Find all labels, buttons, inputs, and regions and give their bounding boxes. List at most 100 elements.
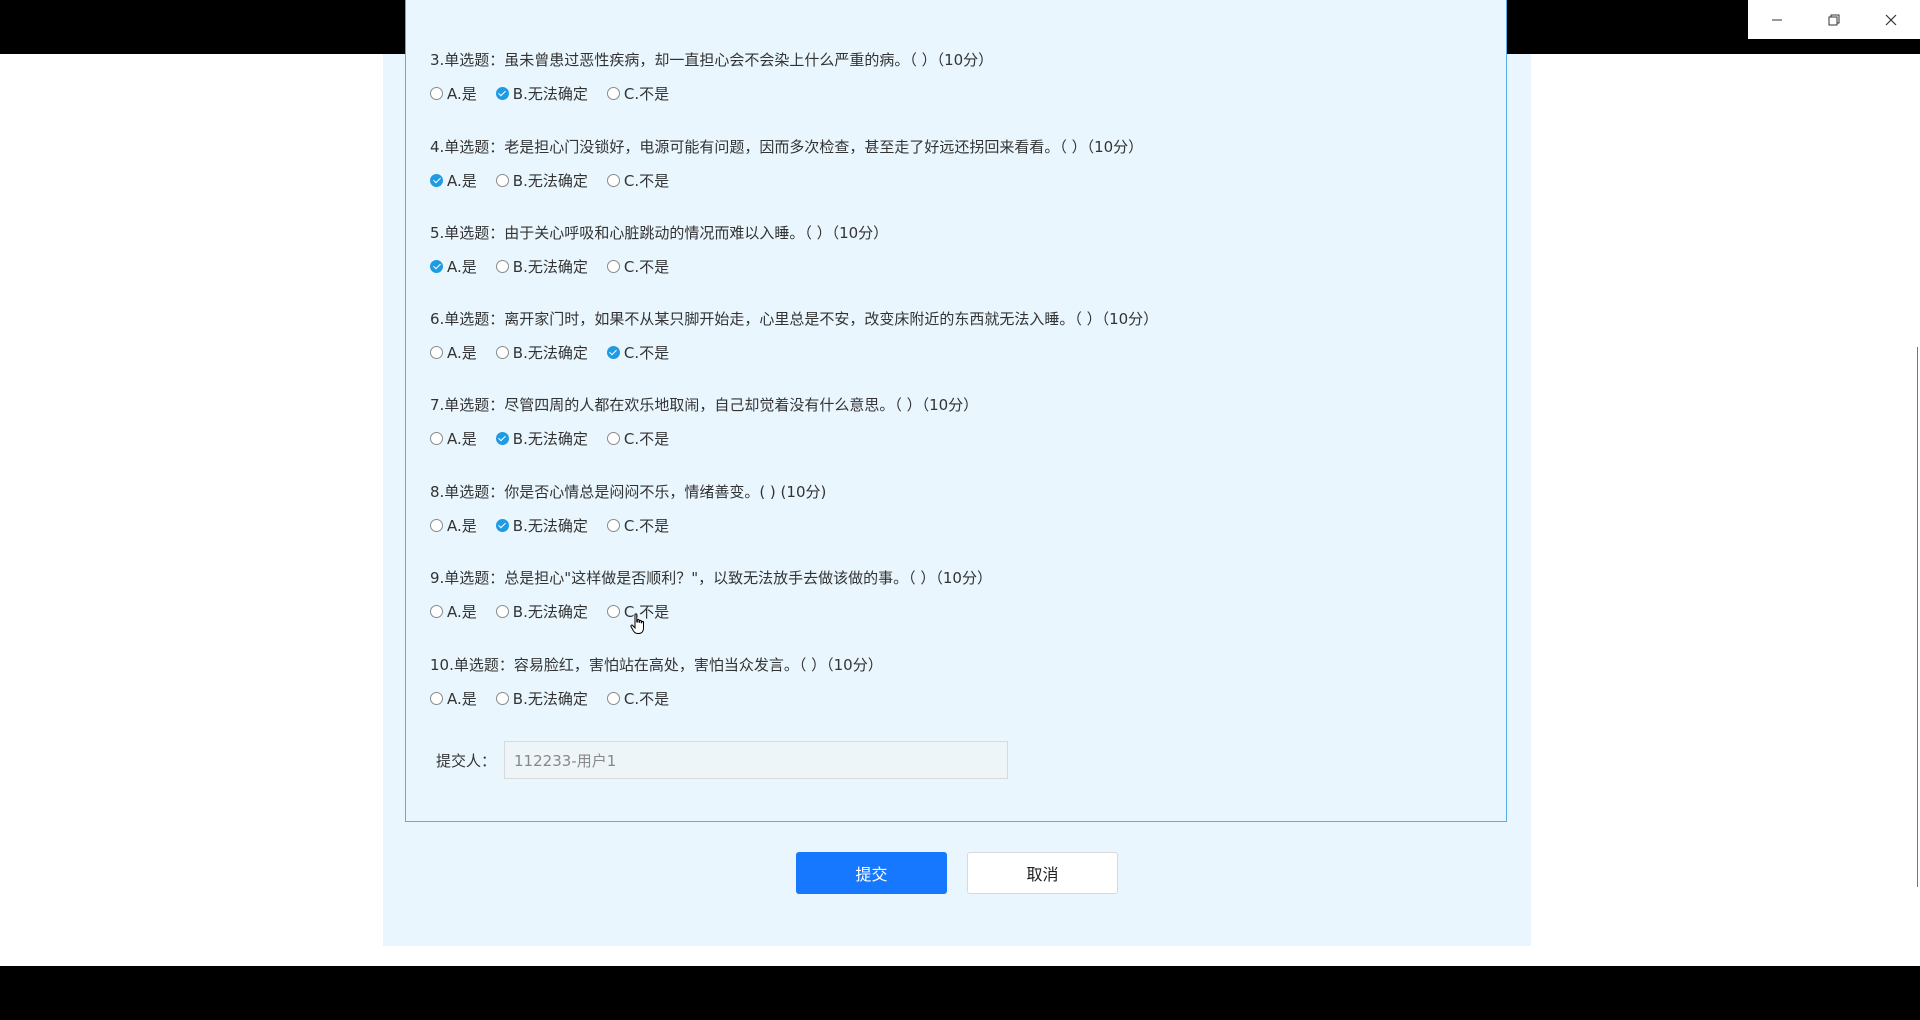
radio-option[interactable]: C.不是 — [606, 256, 670, 277]
radio-unchecked-icon[interactable] — [430, 345, 443, 359]
radio-option[interactable]: B.无法确定 — [495, 342, 588, 363]
option-group: A.是 B.无法确定 C.不是 — [430, 170, 688, 190]
radio-option[interactable]: B.无法确定 — [495, 428, 588, 449]
option-label: B.无法确定 — [512, 257, 588, 276]
radio-checked-icon[interactable] — [606, 345, 620, 359]
radio-unchecked-icon[interactable] — [495, 173, 509, 187]
submitter-row: 提交人： — [436, 741, 1009, 779]
option-label: A.是 — [447, 516, 477, 535]
option-label: A.是 — [447, 257, 477, 276]
radio-unchecked-icon[interactable] — [430, 518, 443, 532]
option-group: A.是 B.无法确定 C.不是 — [430, 601, 688, 621]
radio-option[interactable]: B.无法确定 — [495, 83, 588, 104]
radio-option[interactable]: A.是 — [430, 428, 477, 449]
radio-checked-icon[interactable] — [495, 86, 509, 100]
taskbar — [0, 966, 1920, 1020]
option-label: B.无法确定 — [512, 689, 588, 708]
radio-unchecked-icon[interactable] — [495, 691, 509, 705]
radio-unchecked-icon[interactable] — [606, 604, 620, 618]
radio-unchecked-icon[interactable] — [430, 86, 443, 100]
radio-option[interactable]: C.不是 — [606, 170, 670, 191]
radio-option[interactable]: B.无法确定 — [495, 256, 588, 277]
option-label: B.无法确定 — [512, 84, 588, 103]
option-label: C.不是 — [623, 84, 670, 103]
option-group: A.是 B.无法确定 C.不是 — [430, 83, 688, 103]
option-group: A.是 B.无法确定 C.不是 — [430, 428, 688, 448]
option-label: C.不是 — [623, 171, 670, 190]
question-text: 5.单选题：由于关心呼吸和心脏跳动的情况而难以入睡。（ ）（10分） — [430, 224, 889, 242]
radio-option[interactable]: A.是 — [430, 688, 477, 709]
restore-button[interactable] — [1805, 0, 1862, 39]
radio-option[interactable]: B.无法确定 — [495, 515, 588, 536]
option-label: A.是 — [447, 602, 477, 621]
question-text: 3.单选题：虽未曾患过恶性疾病，却一直担心会不会染上什么严重的病。（ ）（10分… — [430, 51, 994, 69]
submitter-input[interactable] — [504, 741, 1009, 779]
radio-unchecked-icon[interactable] — [606, 518, 620, 532]
radio-checked-icon[interactable] — [495, 518, 509, 532]
option-label: A.是 — [447, 84, 477, 103]
option-group: A.是 B.无法确定 C.不是 — [430, 515, 688, 535]
radio-option[interactable]: A.是 — [430, 170, 477, 191]
question-text: 10.单选题：容易脸红，害怕站在高处，害怕当众发言。（ ）（10分） — [430, 656, 883, 674]
cancel-button[interactable]: 取消 — [967, 852, 1118, 894]
question-text: 4.单选题：老是担心门没锁好，电源可能有问题，因而多次检查，甚至走了好远还拐回来… — [430, 138, 1144, 156]
radio-option[interactable]: A.是 — [430, 515, 477, 536]
radio-unchecked-icon[interactable] — [495, 259, 509, 273]
radio-option[interactable]: B.无法确定 — [495, 170, 588, 191]
option-label: A.是 — [447, 343, 477, 362]
close-icon — [1885, 14, 1896, 25]
option-group: A.是 B.无法确定 C.不是 — [430, 342, 688, 362]
radio-unchecked-icon[interactable] — [430, 691, 443, 705]
question-text: 8.单选题：你是否心情总是闷闷不乐，情绪善变。( ) (10分) — [430, 483, 827, 501]
option-label: C.不是 — [623, 257, 670, 276]
mouse-pointer-icon — [630, 613, 644, 634]
submitter-label: 提交人： — [436, 751, 497, 770]
radio-unchecked-icon[interactable] — [606, 173, 620, 187]
option-label: B.无法确定 — [512, 171, 588, 190]
question-text: 7.单选题：尽管四周的人都在欢乐地取闹，自己却觉着没有什么意思。（ ）（10分） — [430, 396, 979, 414]
option-label: B.无法确定 — [512, 516, 588, 535]
radio-checked-icon[interactable] — [430, 173, 443, 187]
option-group: A.是 B.无法确定 C.不是 — [430, 688, 688, 708]
option-label: A.是 — [447, 171, 477, 190]
restore-icon — [1828, 14, 1839, 25]
submit-button[interactable]: 提交 — [796, 852, 947, 894]
radio-checked-icon[interactable] — [495, 431, 509, 445]
radio-unchecked-icon[interactable] — [495, 604, 509, 618]
radio-unchecked-icon[interactable] — [606, 431, 620, 445]
option-label: C.不是 — [623, 429, 670, 448]
radio-option[interactable]: A.是 — [430, 342, 477, 363]
scrollbar[interactable] — [1917, 347, 1918, 887]
option-group: A.是 B.无法确定 C.不是 — [430, 256, 688, 276]
minimize-button[interactable] — [1748, 0, 1805, 39]
question-text: 6.单选题：离开家门时，如果不从某只脚开始走，心里总是不安，改变床附近的东西就无… — [430, 310, 1159, 328]
radio-option[interactable]: A.是 — [430, 256, 477, 277]
radio-unchecked-icon[interactable] — [606, 259, 620, 273]
radio-checked-icon[interactable] — [430, 259, 443, 273]
radio-unchecked-icon[interactable] — [430, 604, 443, 618]
option-label: B.无法确定 — [512, 343, 588, 362]
option-label: C.不是 — [623, 516, 670, 535]
radio-unchecked-icon[interactable] — [606, 86, 620, 100]
option-label: B.无法确定 — [512, 429, 588, 448]
radio-option[interactable]: B.无法确定 — [495, 601, 588, 622]
radio-unchecked-icon[interactable] — [430, 431, 443, 445]
radio-option[interactable]: B.无法确定 — [495, 688, 588, 709]
radio-unchecked-icon[interactable] — [495, 345, 509, 359]
radio-option[interactable]: C.不是 — [606, 515, 670, 536]
radio-option[interactable]: C.不是 — [606, 342, 669, 363]
radio-option[interactable]: A.是 — [430, 601, 477, 622]
window-controls — [1748, 0, 1920, 39]
question-text: 9.单选题：总是担心"这样做是否顺利？"，以致无法放手去做该做的事。（ ）（10… — [430, 569, 992, 587]
close-button[interactable] — [1862, 0, 1919, 39]
option-label: B.无法确定 — [512, 602, 588, 621]
option-label: A.是 — [447, 689, 477, 708]
radio-option[interactable]: C.不是 — [606, 688, 670, 709]
radio-option[interactable]: C.不是 — [606, 428, 670, 449]
option-label: A.是 — [447, 429, 477, 448]
minimize-icon — [1771, 19, 1782, 20]
option-label: C.不是 — [623, 689, 670, 708]
radio-option[interactable]: C.不是 — [606, 83, 670, 104]
radio-unchecked-icon[interactable] — [606, 691, 620, 705]
radio-option[interactable]: A.是 — [430, 83, 477, 104]
